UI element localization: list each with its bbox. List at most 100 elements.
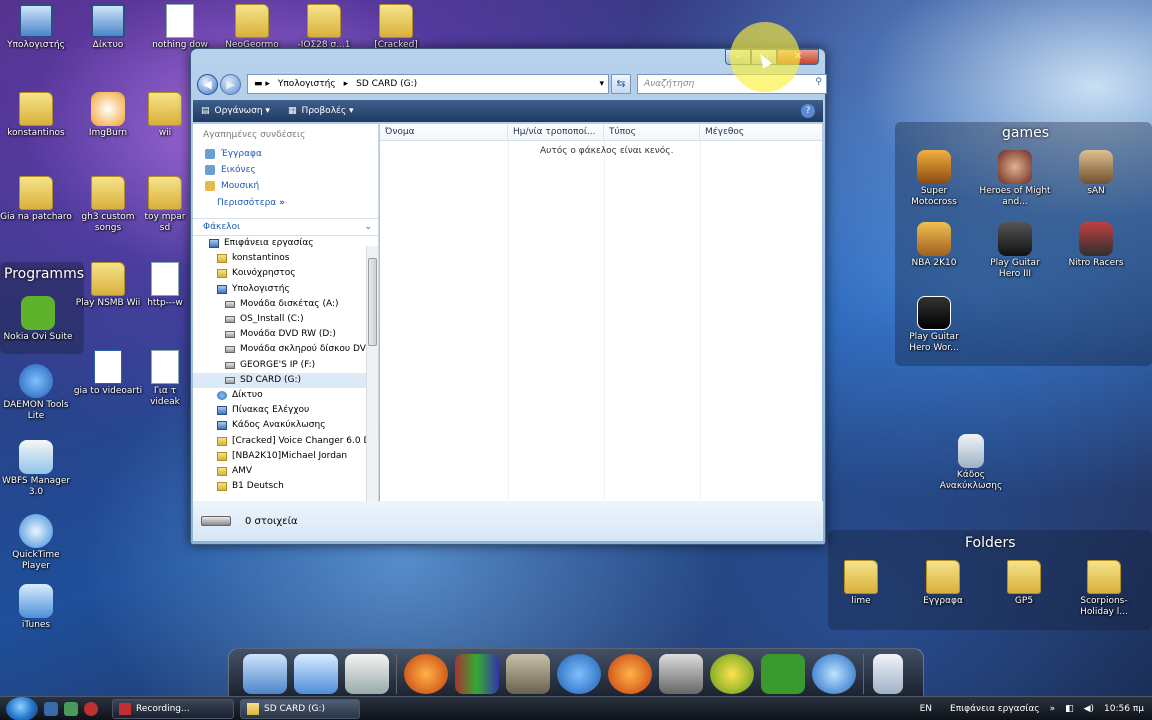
tree-item[interactable]: [NBA2K10]Michael Jordan bbox=[193, 449, 378, 464]
desktop-icon-recycle-bin[interactable]: Κάδος Ανακύκλωσης bbox=[935, 434, 1007, 492]
winrar-icon[interactable] bbox=[455, 654, 499, 694]
computer-icon[interactable] bbox=[243, 654, 287, 694]
tree-item[interactable]: Μονάδα σκληρού δίσκου DV bbox=[193, 342, 378, 357]
address-bar[interactable]: ▬ ▸ Υπολογιστής ▸ SD CARD (G:) ▾ bbox=[247, 74, 609, 94]
back-button[interactable]: ◀ bbox=[197, 74, 218, 95]
tree-item[interactable]: Μονάδα DVD RW (D:) bbox=[193, 327, 378, 342]
tray-chevron-icon[interactable]: » bbox=[1050, 704, 1056, 714]
desktop-icon-wii[interactable]: wii bbox=[140, 92, 190, 139]
more-link[interactable]: Περισσότερα » bbox=[193, 194, 378, 212]
folders-header[interactable]: Φάκελοι ⌄ bbox=[193, 218, 378, 236]
show-desktop-icon[interactable] bbox=[44, 701, 58, 716]
desktop-icon-network[interactable]: Δίκτυο bbox=[72, 4, 144, 51]
game-super-motocross[interactable]: Super Motocross bbox=[898, 150, 970, 208]
column-date-modified[interactable]: Ημ/νία τροποποί... bbox=[508, 124, 604, 140]
tray-volume-icon[interactable]: ◀) bbox=[1084, 704, 1094, 714]
desktop-icon-gia-na-patcharo[interactable]: Gia na patcharo bbox=[0, 176, 72, 223]
folder-scorpions[interactable]: Scorpions-Holiday l... bbox=[1068, 560, 1140, 618]
column-type[interactable]: Τύπος bbox=[604, 124, 700, 140]
drive-icon[interactable] bbox=[345, 654, 389, 694]
column-size[interactable]: Μέγεθος bbox=[700, 124, 822, 140]
media-icon[interactable] bbox=[84, 701, 98, 716]
folder-gp5[interactable]: GP5 bbox=[988, 560, 1060, 607]
task-recording[interactable]: Recording... bbox=[112, 698, 234, 719]
switch-windows-icon[interactable] bbox=[64, 701, 78, 716]
desktop-icon-imgburn[interactable]: ImgBurn bbox=[72, 92, 144, 139]
desktop-icon-wbfs[interactable]: WBFS Manager 3.0 bbox=[0, 440, 72, 498]
column-name[interactable]: Όνομα bbox=[380, 124, 508, 140]
desktop-toolbar[interactable]: Επιφάνεια εργασίας bbox=[950, 704, 1040, 714]
desktop-icon-computer[interactable]: Υπολογιστής bbox=[0, 4, 72, 51]
tree-item[interactable]: AMV bbox=[193, 464, 378, 479]
desktop-icon-quicktime[interactable]: QuickTime Player bbox=[0, 514, 72, 572]
guitar-pro-icon[interactable] bbox=[506, 654, 550, 694]
tree-item[interactable]: OS_Install (C:) bbox=[193, 312, 378, 327]
desktop-icon-http[interactable]: http---w bbox=[140, 262, 190, 309]
daemon-tools-icon[interactable] bbox=[557, 654, 601, 694]
tree-item[interactable]: Υπολογιστής bbox=[193, 282, 378, 297]
itunes-icon[interactable] bbox=[294, 654, 338, 694]
dropdown-arrow-icon[interactable]: ▾ bbox=[599, 79, 604, 89]
desktop-icon-play-nsmb[interactable]: Play NSMB Wii bbox=[72, 262, 144, 309]
desktop-icon-nothing[interactable]: nothing dow bbox=[144, 4, 216, 51]
folder-eggrafa[interactable]: Εγγραφα bbox=[907, 560, 979, 607]
desktop-icon-itunes[interactable]: iTunes bbox=[0, 584, 72, 631]
game-nba2k10[interactable]: NBA 2K10 bbox=[898, 222, 970, 269]
firefox-icon[interactable] bbox=[608, 654, 652, 694]
folder-lime[interactable]: lime bbox=[825, 560, 897, 607]
desktop-icon-daemon[interactable]: DAEMON Tools Lite bbox=[0, 364, 72, 422]
tree-item[interactable]: konstantinos bbox=[193, 251, 378, 266]
firefox-icon[interactable] bbox=[404, 654, 448, 694]
tree-item[interactable]: B1 Deutsch bbox=[193, 479, 378, 494]
desktop-icon-gh3[interactable]: gh3 custom songs bbox=[72, 176, 144, 234]
favorite-documents[interactable]: Έγγραφα bbox=[193, 146, 378, 162]
search-input[interactable]: Αναζήτηση ⚲ bbox=[637, 74, 827, 94]
desktop-icon-toy[interactable]: toy mpar sd bbox=[140, 176, 190, 234]
language-indicator[interactable]: EN bbox=[920, 704, 932, 714]
breadcrumb-sd-card[interactable]: SD CARD (G:) bbox=[356, 79, 417, 89]
breadcrumb-computer[interactable]: Υπολογιστής bbox=[278, 79, 336, 89]
tray-network-icon[interactable]: ◧ bbox=[1065, 704, 1074, 714]
tree-item[interactable]: Μονάδα δισκέτας (A:) bbox=[193, 297, 378, 312]
network-tools-icon[interactable] bbox=[659, 654, 703, 694]
refresh-button[interactable]: ⇆ bbox=[611, 74, 631, 94]
favorite-pictures[interactable]: Εικόνες bbox=[193, 162, 378, 178]
utorrent-icon[interactable] bbox=[761, 654, 805, 694]
organize-button[interactable]: ▤ Οργάνωση ▾ bbox=[201, 106, 270, 116]
vertical-scrollbar[interactable] bbox=[366, 246, 378, 502]
internet-explorer-icon[interactable] bbox=[812, 654, 856, 694]
desktop-icon-folder-3[interactable]: [Cracked] bbox=[360, 4, 432, 51]
tree-item[interactable]: Κάδος Ανακύκλωσης bbox=[193, 418, 378, 433]
clock[interactable]: 10:56 πμ bbox=[1104, 704, 1144, 714]
forward-button[interactable]: ▶ bbox=[220, 74, 241, 95]
help-button[interactable]: ? bbox=[801, 104, 815, 118]
tree-item[interactable]: Κοινόχρηστος bbox=[193, 266, 378, 281]
favorite-music[interactable]: Μουσική bbox=[193, 178, 378, 194]
limewire-icon[interactable] bbox=[710, 654, 754, 694]
desktop-icon-gia-to-videoarti[interactable]: gia to videoarti bbox=[72, 350, 144, 397]
tree-item[interactable]: GEORGE'S IP (F:) bbox=[193, 358, 378, 373]
start-button[interactable] bbox=[6, 696, 38, 720]
recycle-bin-icon[interactable] bbox=[873, 654, 903, 694]
desktop-icon-gia-t-videak[interactable]: Για τ videak bbox=[140, 350, 190, 408]
tree-item[interactable]: [Cracked] Voice Changer 6.0 D bbox=[193, 433, 378, 448]
desktop-icon-folder-1[interactable]: NeoGeormo bbox=[216, 4, 288, 51]
game-guitar-hero-3[interactable]: Play Guitar Hero III bbox=[979, 222, 1051, 280]
game-nitro-racers[interactable]: Nitro Racers bbox=[1060, 222, 1132, 269]
game-san[interactable]: sAN bbox=[1060, 150, 1132, 197]
game-heroes[interactable]: Heroes of Might and... bbox=[979, 150, 1051, 208]
scrollbar-thumb[interactable] bbox=[368, 258, 377, 346]
desktop-icon-ovi[interactable]: Nokia Ovi Suite bbox=[2, 296, 74, 343]
tree-item-label: Πίνακας Ελέγχου bbox=[232, 405, 310, 416]
desktop-icon-folder-2[interactable]: -ΙΟΣ28 σ...1 bbox=[288, 4, 360, 51]
tree-item[interactable]: Επιφάνεια εργασίας bbox=[193, 236, 378, 251]
tree-item[interactable]: Δίκτυο bbox=[193, 388, 378, 403]
task-sd-card[interactable]: SD CARD (G:) bbox=[240, 698, 360, 719]
game-guitar-hero-world[interactable]: Play Guitar Hero Wor... bbox=[898, 296, 970, 354]
search-icon[interactable]: ⚲ bbox=[815, 77, 822, 87]
folder-icon bbox=[926, 560, 960, 594]
tree-item[interactable]: Πίνακας Ελέγχου bbox=[193, 403, 378, 418]
views-button[interactable]: ▦ Προβολές ▾ bbox=[288, 106, 354, 116]
tree-item[interactable]: SD CARD (G:) bbox=[193, 372, 378, 388]
desktop-icon-konstantinos[interactable]: konstantinos bbox=[0, 92, 72, 139]
